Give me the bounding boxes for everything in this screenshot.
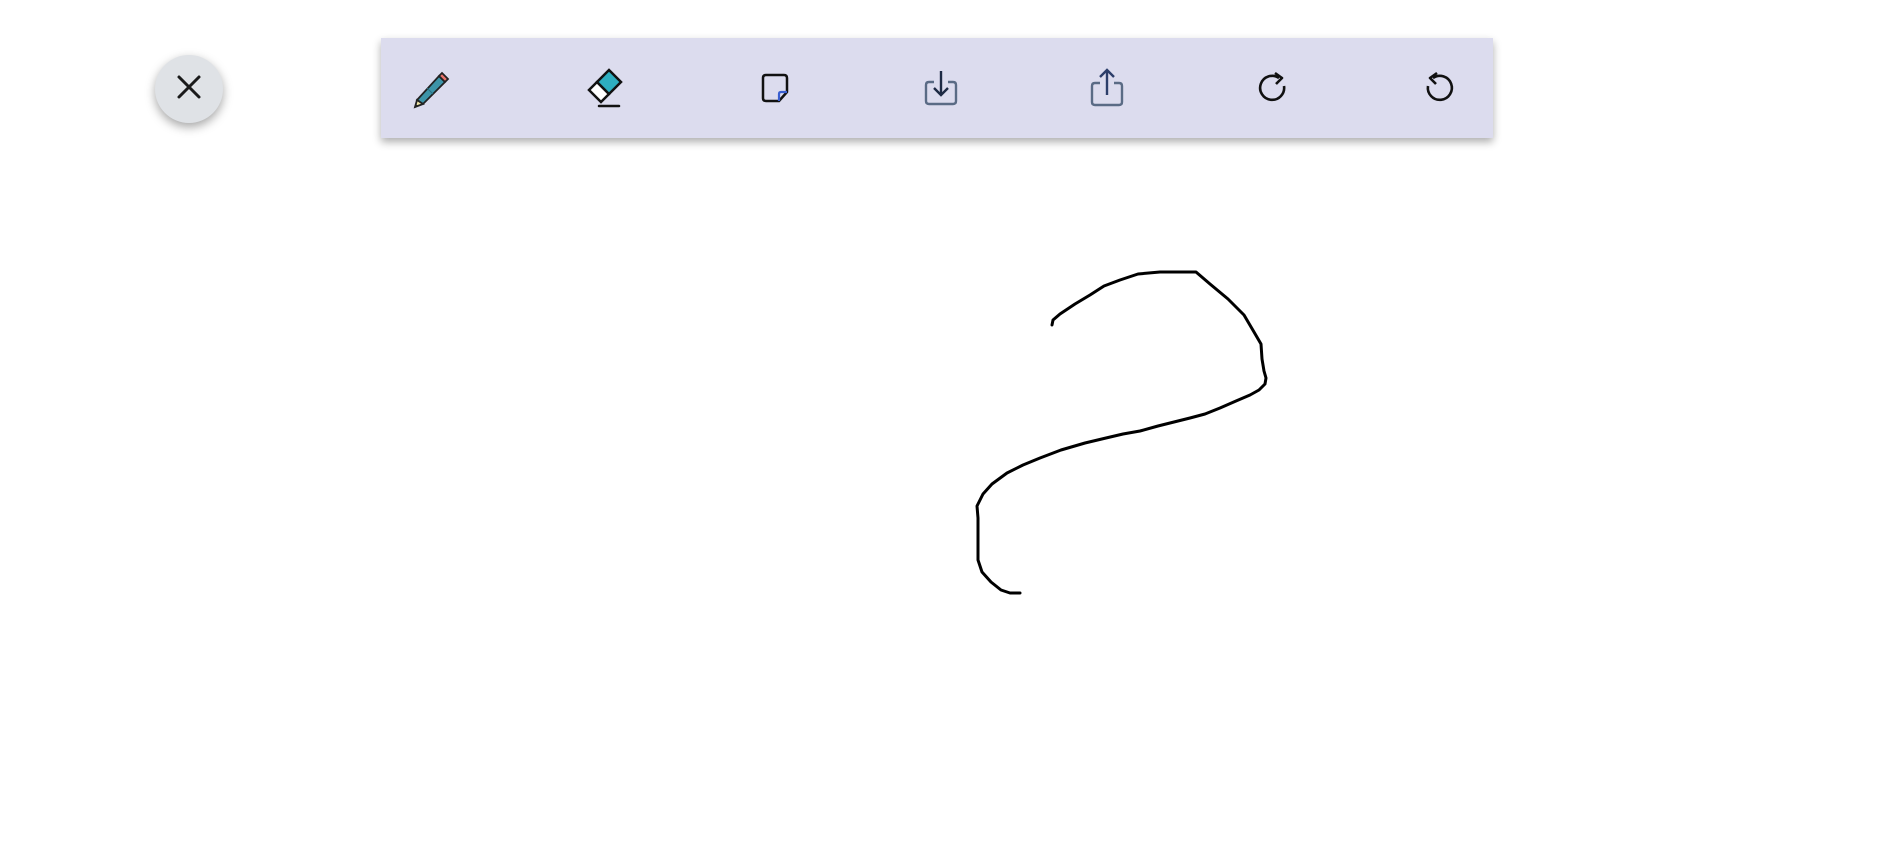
eraser-button[interactable] [581, 64, 629, 112]
share-button[interactable] [1083, 64, 1131, 112]
pencil-icon [409, 66, 453, 110]
drawn-stroke [975, 270, 1268, 595]
drawing-canvas[interactable] [0, 160, 1891, 843]
download-icon [921, 68, 961, 108]
canvas-svg [975, 270, 1268, 595]
sticky-note-icon [757, 70, 793, 106]
redo-icon [1255, 70, 1291, 106]
toolbar [381, 38, 1493, 138]
pencil-button[interactable] [407, 64, 455, 112]
undo-icon [1421, 70, 1457, 106]
redo-button[interactable] [1249, 64, 1297, 112]
close-button[interactable] [155, 55, 223, 123]
drawing-app [0, 0, 1891, 843]
undo-button[interactable] [1415, 64, 1463, 112]
share-icon [1087, 67, 1127, 109]
eraser-icon [583, 66, 627, 110]
close-icon [174, 72, 204, 106]
download-button[interactable] [917, 64, 965, 112]
note-button[interactable] [751, 64, 799, 112]
